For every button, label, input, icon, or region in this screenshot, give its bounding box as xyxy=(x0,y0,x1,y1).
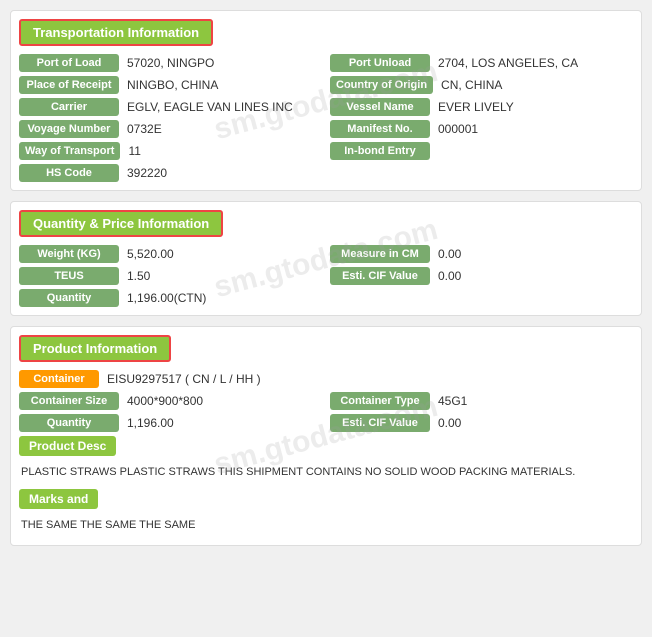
carrier-row: Carrier EGLV, EAGLE VAN LINES INC xyxy=(19,98,322,116)
teus-label: TEUS xyxy=(19,267,119,285)
voyage-number-row: Voyage Number 0732E xyxy=(19,120,322,138)
product-desc-header: Product Desc xyxy=(19,436,116,456)
measure-in-cm-value: 0.00 xyxy=(434,245,465,263)
country-of-origin-label: Country of Origin xyxy=(330,76,433,94)
prod-esti-cif-value: 0.00 xyxy=(434,414,465,432)
carrier-value: EGLV, EAGLE VAN LINES INC xyxy=(123,98,297,116)
vessel-name-row: Vessel Name EVER LIVELY xyxy=(330,98,633,116)
esti-cif-row: Esti. CIF Value 0.00 xyxy=(330,267,633,285)
hs-code-row: HS Code 392220 xyxy=(19,164,322,182)
way-of-transport-label: Way of Transport xyxy=(19,142,120,160)
transportation-header: Transportation Information xyxy=(19,19,213,46)
product-desc-text: PLASTIC STRAWS PLASTIC STRAWS THIS SHIPM… xyxy=(19,460,633,485)
quantity-price-header: Quantity & Price Information xyxy=(19,210,223,237)
container-badge-label: Container xyxy=(19,370,99,388)
quantity-price-card: sm.gtodata.com Quantity & Price Informat… xyxy=(10,201,642,316)
teus-value: 1.50 xyxy=(123,267,154,285)
prod-quantity-value: 1,196.00 xyxy=(123,414,178,432)
marks-header: Marks and xyxy=(19,489,98,509)
port-of-load-label: Port of Load xyxy=(19,54,119,72)
port-of-unload-value: 2704, LOS ANGELES, CA xyxy=(434,54,582,72)
measure-in-cm-row: Measure in CM 0.00 xyxy=(330,245,633,263)
manifest-no-label: Manifest No. xyxy=(330,120,430,138)
place-of-receipt-value: NINGBO, CHINA xyxy=(123,76,222,94)
carrier-label: Carrier xyxy=(19,98,119,116)
marks-text: THE SAME THE SAME THE SAME xyxy=(19,513,633,538)
qp-quantity-row: Quantity 1,196.00(CTN) xyxy=(19,289,322,307)
transportation-card: sm.gtodata.com Transportation Informatio… xyxy=(10,10,642,191)
container-type-value: 45G1 xyxy=(434,392,471,410)
prod-esti-cif-label: Esti. CIF Value xyxy=(330,414,430,432)
product-card: sm.gtodata.com Product Information Conta… xyxy=(10,326,642,546)
weight-label: Weight (KG) xyxy=(19,245,119,263)
qp-quantity-value: 1,196.00(CTN) xyxy=(123,289,210,307)
hs-code-label: HS Code xyxy=(19,164,119,182)
vessel-name-label: Vessel Name xyxy=(330,98,430,116)
product-header: Product Information xyxy=(19,335,171,362)
port-of-load-row: Port of Load 57020, NINGPO xyxy=(19,54,322,72)
weight-row: Weight (KG) 5,520.00 xyxy=(19,245,322,263)
manifest-no-value: 000001 xyxy=(434,120,482,138)
in-bond-entry-label: In-bond Entry xyxy=(330,142,430,160)
container-type-label: Container Type xyxy=(330,392,430,410)
way-of-transport-row: Way of Transport 11 xyxy=(19,142,322,160)
manifest-no-row: Manifest No. 000001 xyxy=(330,120,633,138)
weight-value: 5,520.00 xyxy=(123,245,178,263)
way-of-transport-value: 11 xyxy=(124,142,144,160)
voyage-number-label: Voyage Number xyxy=(19,120,119,138)
prod-quantity-label: Quantity xyxy=(19,414,119,432)
prod-quantity-row: Quantity 1,196.00 xyxy=(19,414,322,432)
prod-esti-cif-row: Esti. CIF Value 0.00 xyxy=(330,414,633,432)
hs-code-value: 392220 xyxy=(123,164,171,182)
container-type-row: Container Type 45G1 xyxy=(330,392,633,410)
voyage-number-value: 0732E xyxy=(123,120,166,138)
measure-in-cm-label: Measure in CM xyxy=(330,245,430,263)
qp-quantity-label: Quantity xyxy=(19,289,119,307)
teus-row: TEUS 1.50 xyxy=(19,267,322,285)
container-value: EISU9297517 ( CN / L / HH ) xyxy=(103,370,265,388)
place-of-receipt-label: Place of Receipt xyxy=(19,76,119,94)
place-of-receipt-row: Place of Receipt NINGBO, CHINA xyxy=(19,76,322,94)
container-size-value: 4000*900*800 xyxy=(123,392,207,410)
container-size-label: Container Size xyxy=(19,392,119,410)
container-size-row: Container Size 4000*900*800 xyxy=(19,392,322,410)
in-bond-entry-value xyxy=(434,149,442,153)
esti-cif-label: Esti. CIF Value xyxy=(330,267,430,285)
vessel-name-value: EVER LIVELY xyxy=(434,98,518,116)
country-of-origin-value: CN, CHINA xyxy=(437,76,506,94)
in-bond-entry-row: In-bond Entry xyxy=(330,142,633,160)
esti-cif-value: 0.00 xyxy=(434,267,465,285)
country-of-origin-row: Country of Origin CN, CHINA xyxy=(330,76,633,94)
port-of-unload-label: Port Unload xyxy=(330,54,430,72)
port-of-load-value: 57020, NINGPO xyxy=(123,54,218,72)
container-row: Container EISU9297517 ( CN / L / HH ) xyxy=(19,370,633,388)
port-of-unload-row: Port Unload 2704, LOS ANGELES, CA xyxy=(330,54,633,72)
